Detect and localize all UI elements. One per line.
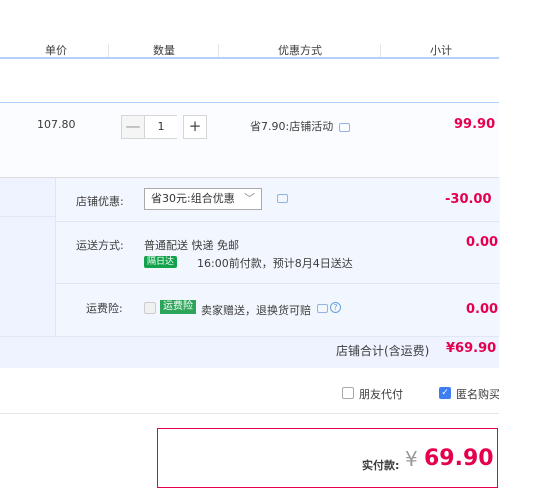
item-row xyxy=(0,103,499,178)
header-underline xyxy=(0,57,499,59)
column-unit-price: 单价 xyxy=(45,44,67,57)
options-divider xyxy=(0,413,499,414)
coupon-select[interactable]: 省30元:组合优惠 ﹀ xyxy=(144,188,262,210)
column-subtotal: 小计 xyxy=(430,44,452,57)
row-divider xyxy=(56,283,499,284)
friend-pay-checkbox[interactable] xyxy=(342,387,354,399)
column-divider xyxy=(108,44,109,58)
quantity-input[interactable]: 1 xyxy=(145,115,177,139)
coupon-amount: -30.00 xyxy=(445,192,492,207)
shop-total-label: 店铺合计(含运费) xyxy=(336,344,430,358)
shipping-method: 普通配送 快递 免邮 xyxy=(144,239,239,252)
column-quantity: 数量 xyxy=(153,44,175,57)
shipping-label: 运送方式: xyxy=(76,239,124,252)
payment-label: 实付款: xyxy=(362,459,400,472)
column-discount: 优惠方式 xyxy=(278,44,322,57)
quantity-decrement-button[interactable]: — xyxy=(121,115,145,139)
insurance-amount: 0.00 xyxy=(466,302,499,317)
payment-amount: 69.90 xyxy=(424,446,494,471)
coupon-label: 店铺优惠: xyxy=(76,195,124,208)
shipping-amount: 0.00 xyxy=(466,235,499,250)
coupon-comment-icon[interactable] xyxy=(277,194,288,203)
anonymous-checkbox[interactable]: ✓ xyxy=(439,387,451,399)
insurance-checkbox[interactable] xyxy=(144,302,156,314)
insurance-label: 运费险: xyxy=(86,302,123,315)
column-divider xyxy=(218,44,219,58)
shop-total-amount: ¥69.90 xyxy=(446,341,497,356)
insurance-badge: 运费险 xyxy=(160,300,196,314)
shipping-note: 16:00前付款，预计8月4日送达 xyxy=(197,257,353,270)
row-divider xyxy=(56,221,499,222)
row-divider xyxy=(0,336,499,337)
insurance-comment-icon[interactable] xyxy=(317,304,328,313)
coupon-select-value: 省30元:组合优惠 xyxy=(151,192,235,205)
next-day-badge: 隔日达 xyxy=(144,256,178,268)
chevron-down-icon: ﹀ xyxy=(244,192,255,205)
friend-pay-label[interactable]: 朋友代付 xyxy=(359,386,403,402)
quantity-increment-button[interactable]: + xyxy=(183,115,207,139)
item-unit-price: 107.80 xyxy=(37,118,76,131)
column-divider xyxy=(380,44,381,58)
payment-currency: ¥ xyxy=(405,447,418,471)
item-subtotal: 99.90 xyxy=(454,117,496,132)
insurance-note: 卖家赠送，退换货可赔 xyxy=(201,304,311,317)
promo-comment-icon[interactable] xyxy=(339,123,350,132)
row-divider xyxy=(0,216,56,217)
anonymous-label[interactable]: 匿名购买 xyxy=(456,386,499,402)
item-promo-text: 省7.90:店铺活动 xyxy=(250,120,334,133)
help-icon[interactable]: ? xyxy=(330,302,341,313)
